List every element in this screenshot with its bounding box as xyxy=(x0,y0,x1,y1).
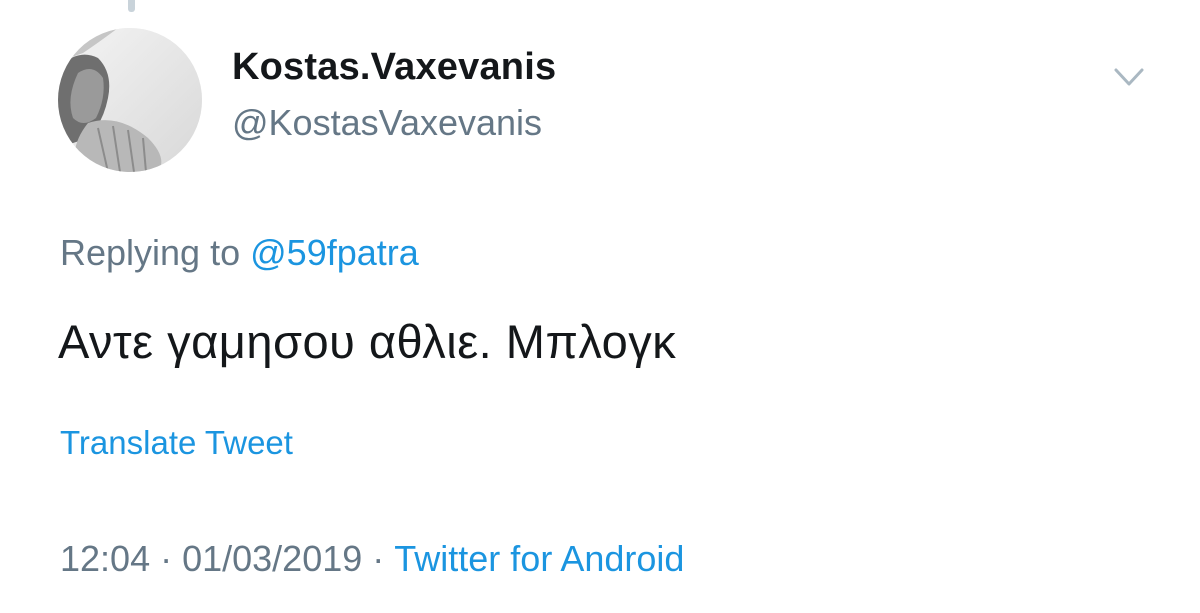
tweet-meta: 12:04 · 01/03/2019 · Twitter for Android xyxy=(60,538,684,580)
tweet-source-link[interactable]: Twitter for Android xyxy=(394,538,684,579)
replying-to-line: Replying to @59fpatra xyxy=(60,232,419,274)
thread-line xyxy=(128,0,135,12)
replying-to-label: Replying to xyxy=(60,232,241,273)
author-display-name[interactable]: Kostas.Vaxevanis xyxy=(232,46,556,89)
author-handle[interactable]: @KostasVaxevanis xyxy=(232,102,542,144)
avatar[interactable] xyxy=(58,28,202,172)
reply-mention-link[interactable]: @59fpatra xyxy=(250,232,419,273)
meta-separator: · xyxy=(160,538,173,579)
meta-separator: · xyxy=(372,538,385,579)
tweet-text: Αντε γαμησου αθλιε. Μπλογκ xyxy=(58,315,677,368)
tweet-time: 12:04 xyxy=(60,538,151,579)
tweet-card: Kostas.Vaxevanis @KostasVaxevanis Replyi… xyxy=(0,0,1200,613)
translate-tweet-link[interactable]: Translate Tweet xyxy=(60,424,293,462)
chevron-down-icon[interactable] xyxy=(1112,60,1146,94)
tweet-date: 01/03/2019 xyxy=(182,538,363,579)
